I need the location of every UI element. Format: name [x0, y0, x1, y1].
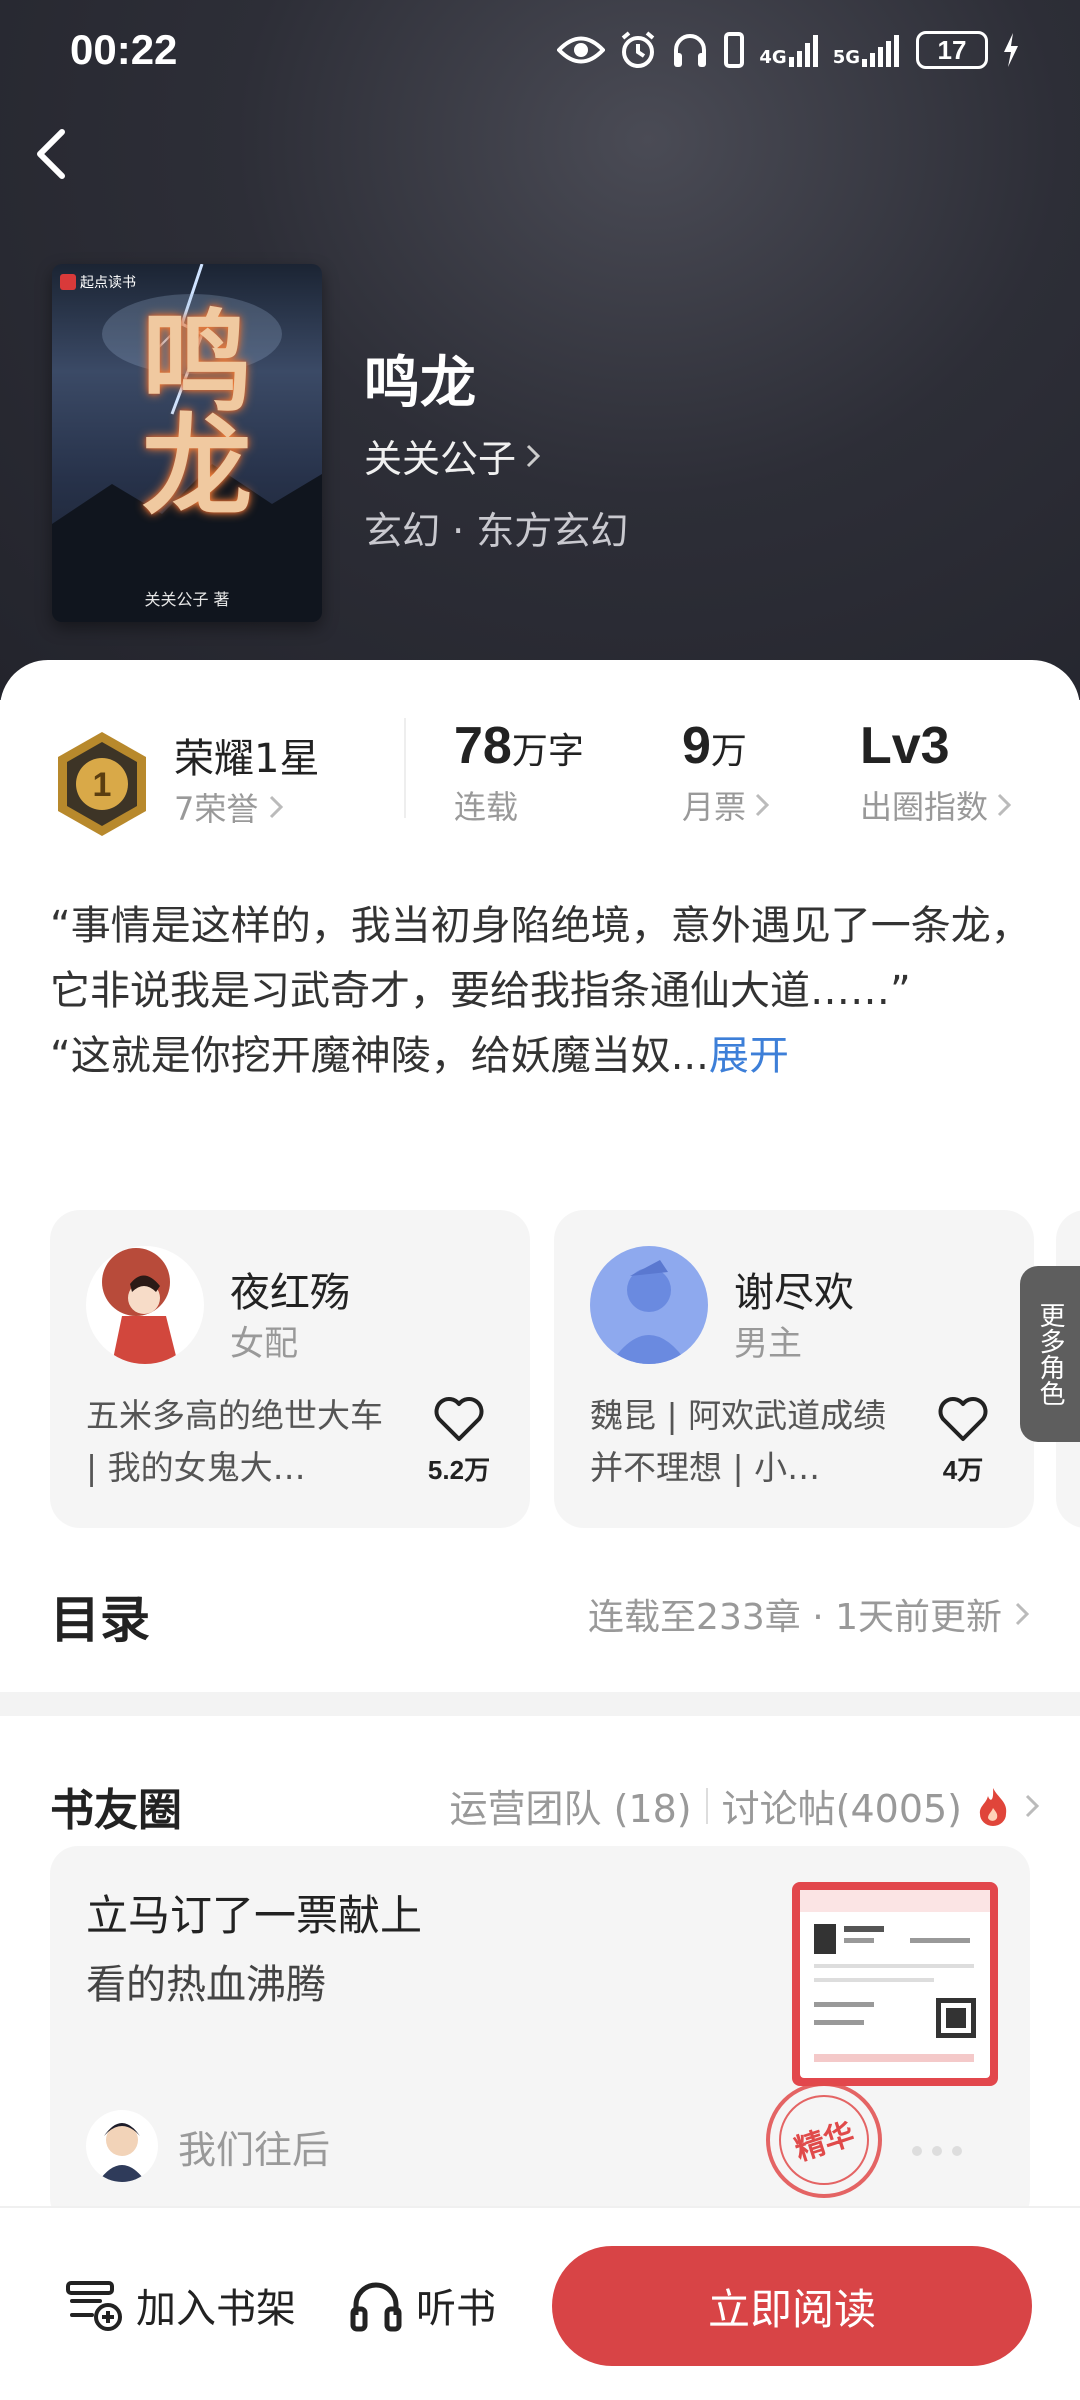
carousel-dots [912, 2146, 962, 2156]
vibrate-icon [724, 32, 745, 68]
ops-team-link[interactable]: 运营团队 (18) [450, 1778, 692, 1833]
ticket-image [800, 1890, 990, 2062]
author-name: 关关公子 [364, 437, 517, 481]
like-count: 4万 [942, 1455, 984, 1485]
section-divider [0, 1692, 1080, 1716]
bookshelf-add-icon [66, 2281, 122, 2331]
featured-stamp: 精华 [766, 2082, 882, 2198]
avatar [86, 2110, 158, 2182]
network-type-2: 5G [832, 47, 860, 68]
character-name: 谢尽欢 [734, 1270, 854, 1316]
character-name: 夜红殇 [230, 1270, 350, 1316]
network-type-1: 4G [759, 47, 787, 68]
ticket-count: 9 [682, 717, 711, 775]
cover-brand: 起点读书 [60, 272, 136, 292]
heart-icon [938, 1397, 988, 1441]
monthly-tickets-stat[interactable]: 9万 月票 [682, 716, 770, 828]
alarm-icon [622, 31, 655, 68]
bottom-action-bar: 加入书架 听书 立即阅读 [0, 2206, 1080, 2400]
heart-icon [434, 1397, 484, 1441]
character-desc: 五米多高的绝世大车 | 我的女鬼大… [86, 1396, 383, 1487]
stamp-text: 精华 [791, 2116, 859, 2168]
book-circle-title: 书友圈 [50, 1785, 182, 1836]
headphones-icon [350, 2282, 402, 2332]
character-avatar-art [86, 1246, 204, 1364]
chevron-right-icon [755, 793, 770, 817]
like-count: 5.2万 [427, 1455, 491, 1485]
synopsis-text: “事情是这样的，我当初身陷绝境，意外遇见了一条龙，它非说我是习武奇才，要给我指条… [50, 903, 1031, 1079]
toc-update-info: 连载至233章 · 1天前更新 [588, 1597, 1002, 1638]
signal-icon [862, 35, 899, 67]
post-title: 立马订了一票献上 [86, 1891, 423, 1940]
character-avatar [590, 1246, 708, 1364]
headphones-icon [674, 34, 707, 67]
like-button[interactable]: 4万 [928, 1396, 998, 1487]
book-genre: 玄幻 · 东方玄幻 [364, 509, 629, 553]
add-to-shelf-label: 加入书架 [136, 2286, 296, 2332]
character-desc: 魏昆 | 阿欢武道成绩并不理想 | 小… [590, 1396, 887, 1487]
toc-title: 目录 [50, 1591, 150, 1649]
featured-post[interactable]: 立马订了一票献上 看的热血沸腾 我们往后 精华 [50, 1846, 1030, 2226]
character-avatar-art [590, 1246, 708, 1364]
honor-title: 荣耀1星 [174, 736, 320, 782]
honor-count: 7荣誉 [174, 790, 259, 828]
status-icons: 4G 5G 17 [557, 28, 1020, 72]
author-link[interactable]: 关关公子 [364, 428, 542, 483]
more-roles-button[interactable]: 更多角色 [1020, 1266, 1080, 1442]
status-bar: 00:22 4G 5G 17 [0, 0, 1080, 100]
divider [705, 1787, 708, 1824]
post-author-name: 我们往后 [178, 2127, 331, 2172]
word-count-stat: 78万字 连载 [454, 716, 584, 828]
synopsis[interactable]: “事情是这样的，我当初身陷绝境，意外遇见了一条龙，它非说我是习武奇才，要给我指条… [50, 894, 1040, 1089]
charging-icon [1004, 33, 1018, 67]
character-role: 女配 [230, 1324, 298, 1364]
word-count-unit: 万字 [511, 731, 584, 772]
listen-button[interactable]: 听书 [348, 2276, 496, 2334]
add-to-shelf-button[interactable]: 加入书架 [64, 2276, 296, 2334]
chevron-right-icon [526, 444, 541, 467]
chevron-right-icon[interactable] [1024, 1792, 1040, 1820]
user-avatar-art [86, 2110, 158, 2182]
character-avatar [86, 1246, 204, 1364]
post-image[interactable] [792, 1882, 998, 2086]
character-card[interactable]: 夜红殇 女配 五米多高的绝世大车 | 我的女鬼大… 5.2万 [50, 1210, 530, 1528]
expand-link[interactable]: 展开 [709, 1033, 789, 1079]
chevron-right-icon [997, 793, 1012, 817]
book-circle-header: 书友圈 运营团队 (18) 讨论帖(4005) [50, 1774, 1040, 1836]
eye-icon [557, 36, 606, 64]
discussion-link[interactable]: 讨论帖(4005) [722, 1778, 962, 1833]
popularity-stat[interactable]: Lv3 出圈指数 [860, 716, 1012, 828]
post-author[interactable]: 我们往后 [86, 2110, 330, 2182]
table-of-contents[interactable]: 目录 连载至233章 · 1天前更新 [50, 1580, 1030, 1650]
ticket-label: 月票 [682, 788, 747, 826]
listen-label: 听书 [416, 2286, 496, 2332]
like-button[interactable]: 5.2万 [424, 1396, 494, 1487]
battery-indicator: 17 [916, 31, 988, 69]
character-card[interactable]: 谢尽欢 男主 魏昆 | 阿欢武道成绩并不理想 | 小… 4万 [554, 1210, 1034, 1528]
book-cover[interactable]: 起点读书 鸣龙 关关公子 著 [52, 264, 322, 622]
back-arrow-icon[interactable] [28, 124, 72, 184]
book-title: 鸣龙 [364, 351, 476, 416]
popularity-label: 出圈指数 [860, 788, 989, 826]
honor-link[interactable]: 7荣誉 [174, 784, 284, 830]
honor-badge-number: 1 [93, 766, 112, 804]
divider [404, 718, 406, 818]
chevron-right-icon [1015, 1602, 1030, 1626]
fire-icon [979, 1787, 1007, 1826]
word-count: 78 [454, 717, 512, 775]
honor-badge-icon[interactable]: 1 [52, 730, 152, 838]
cover-title: 鸣龙 [123, 304, 252, 512]
character-role: 男主 [734, 1324, 802, 1364]
status-time: 00:22 [70, 26, 178, 73]
popularity-level: Lv3 [860, 717, 950, 775]
post-body: 看的热血沸腾 [86, 1962, 326, 2008]
read-now-button[interactable]: 立即阅读 [552, 2246, 1032, 2366]
chevron-right-icon [270, 795, 284, 819]
cover-author: 关关公子 著 [144, 590, 230, 609]
serial-status: 连载 [454, 788, 519, 826]
signal-icon [788, 35, 818, 67]
ticket-unit: 万 [710, 731, 747, 772]
